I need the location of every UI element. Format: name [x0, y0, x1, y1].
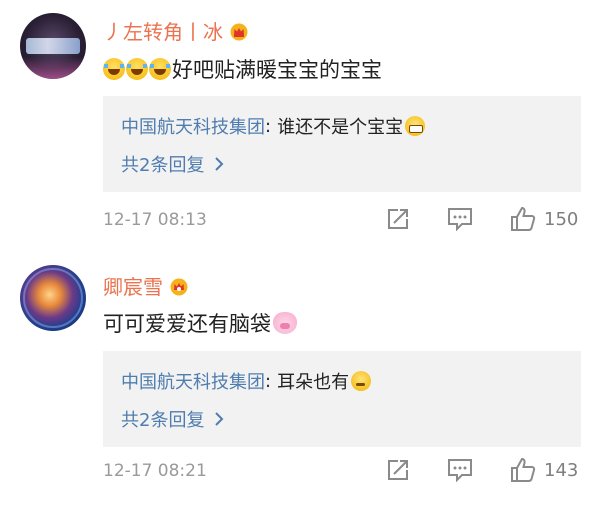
- timestamp: 12-17 08:21: [103, 461, 207, 481]
- comment-item: 卿宸雪 可可爱爱还有脑袋 中国航天科技集团 : 耳朵也有 共2条回复 12-17…: [0, 255, 600, 510]
- avatar[interactable]: [20, 265, 86, 331]
- laugh-cry-emoji-icon: [126, 58, 148, 80]
- reply-author-link[interactable]: 中国航天科技集团: [121, 113, 265, 139]
- reply-line: 中国航天科技集团 : 耳朵也有: [121, 368, 372, 394]
- laugh-cry-emoji-icon: [103, 58, 125, 80]
- reply-text: 谁还不是个宝宝: [277, 117, 404, 138]
- comment-text: 好吧贴满暖宝宝的宝宝: [103, 54, 382, 84]
- crown-icon: [229, 22, 249, 40]
- comment-button[interactable]: [447, 205, 473, 233]
- reply-preview[interactable]: 中国航天科技集团 : 耳朵也有 共2条回复: [103, 351, 581, 447]
- timestamp: 12-17 08:13: [103, 210, 207, 230]
- like-count: 150: [544, 208, 579, 230]
- comment-icon: [448, 459, 472, 482]
- username-text[interactable]: 卿宸雪: [103, 271, 163, 300]
- comment-icon: [448, 208, 472, 231]
- chevron-right-icon: [215, 412, 224, 426]
- view-replies-link[interactable]: 共2条回复: [121, 406, 224, 432]
- forward-icon: [388, 460, 408, 480]
- member-badge-icon: [169, 277, 189, 295]
- reply-text: 耳朵也有: [277, 372, 350, 393]
- like-count: 143: [544, 459, 579, 481]
- thinking-emoji-icon: [351, 371, 372, 391]
- forward-button[interactable]: [386, 205, 410, 233]
- reply-line: 中国航天科技集团 : 谁还不是个宝宝: [121, 113, 426, 139]
- reply-author-link[interactable]: 中国航天科技集团: [121, 368, 265, 394]
- forward-icon: [388, 209, 408, 229]
- like-button[interactable]: 150: [510, 205, 578, 233]
- forward-button[interactable]: [386, 456, 410, 484]
- comment-text: 可可爱爱还有脑袋: [103, 308, 298, 338]
- thumbs-up-icon: [511, 457, 536, 482]
- grin-emoji-icon: [405, 116, 426, 136]
- reply-preview[interactable]: 中国航天科技集团 : 谁还不是个宝宝 共2条回复: [103, 96, 581, 192]
- pig-emoji-icon: [273, 312, 297, 334]
- username[interactable]: 丿左转角丨冰: [103, 16, 249, 45]
- username-text[interactable]: 丿左转角丨冰: [103, 16, 223, 45]
- comment-item: 丿左转角丨冰 好吧贴满暖宝宝的宝宝 中国航天科技集团 : 谁还不是个宝宝 共2条…: [0, 0, 600, 255]
- like-button[interactable]: 143: [510, 456, 578, 484]
- comment-button[interactable]: [447, 456, 473, 484]
- laugh-cry-emoji-icon: [149, 58, 171, 80]
- chevron-right-icon: [215, 157, 224, 171]
- view-replies-link[interactable]: 共2条回复: [121, 151, 224, 177]
- avatar[interactable]: [20, 13, 86, 79]
- thumbs-up-icon: [511, 206, 536, 231]
- username[interactable]: 卿宸雪: [103, 271, 189, 300]
